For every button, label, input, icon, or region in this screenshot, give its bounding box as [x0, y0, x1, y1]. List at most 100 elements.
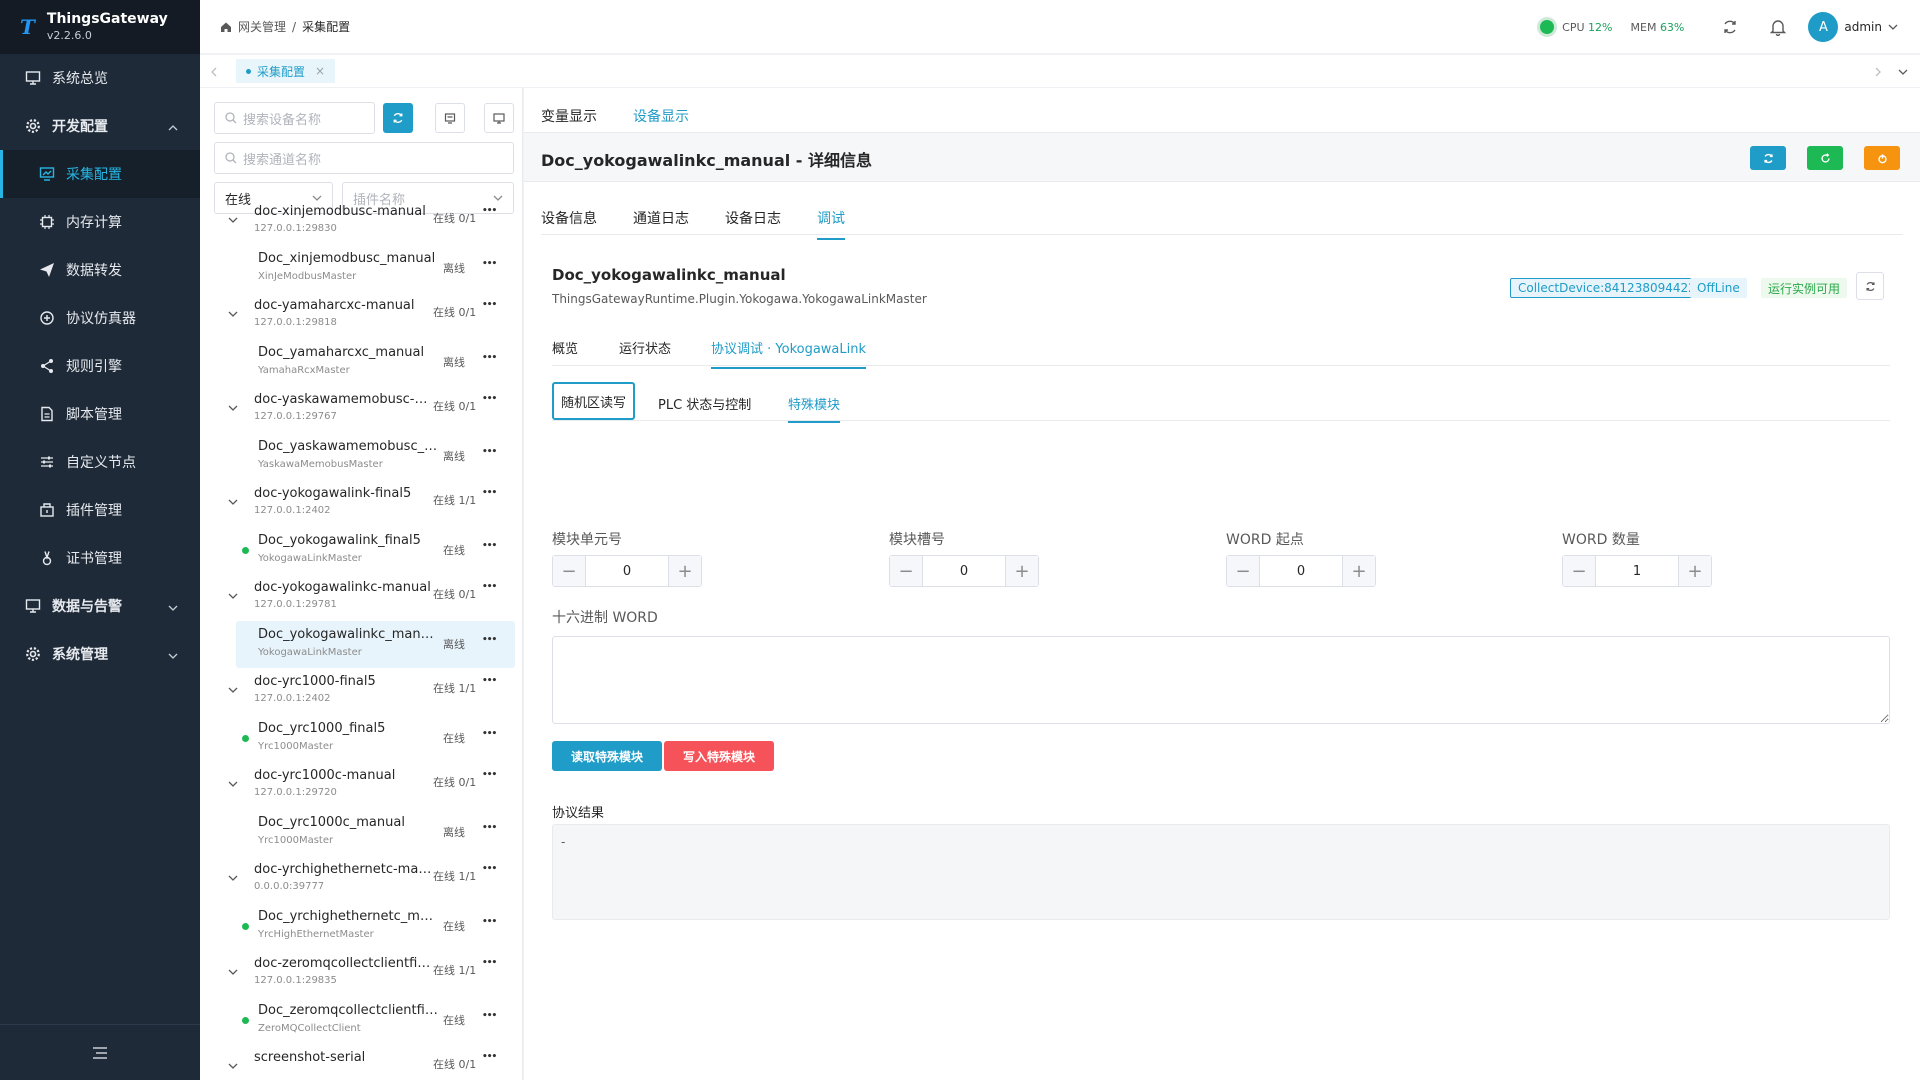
more-icon[interactable]: •••: [482, 259, 497, 269]
sidebar-item-1[interactable]: 开发配置: [0, 102, 200, 150]
export-button[interactable]: [435, 103, 465, 133]
more-icon[interactable]: •••: [482, 488, 497, 498]
minus-icon[interactable]: −: [553, 556, 585, 586]
chevron-left-icon[interactable]: [210, 67, 218, 77]
more-icon[interactable]: •••: [482, 864, 497, 874]
tab-debug[interactable]: 调试: [817, 208, 845, 240]
sidebar-item-2[interactable]: 采集配置: [0, 150, 200, 198]
more-icon[interactable]: •••: [482, 582, 497, 592]
sidebar-item-10[interactable]: 证书管理: [0, 534, 200, 582]
chevron-down-icon[interactable]: [228, 494, 238, 509]
sidebar-item-7[interactable]: 脚本管理: [0, 390, 200, 438]
collapse-menu-button[interactable]: [0, 1024, 200, 1080]
chevron-down-icon[interactable]: [228, 400, 238, 415]
minus-icon[interactable]: −: [890, 556, 922, 586]
device-node[interactable]: doc-yrchighethernetc-man... 0.0.0.0:39777…: [200, 856, 522, 903]
more-icon[interactable]: •••: [482, 676, 497, 686]
slot-number-value[interactable]: 0: [922, 556, 1006, 586]
restart-button[interactable]: [1807, 146, 1843, 170]
tab-run-status[interactable]: 运行状态: [619, 338, 671, 367]
plus-icon[interactable]: +: [1679, 556, 1711, 586]
channel-node[interactable]: Doc_yrc1000c_manual Yrc1000Master 离线 •••: [236, 809, 515, 856]
plus-icon[interactable]: +: [1006, 556, 1038, 586]
chevron-right-icon[interactable]: [1874, 67, 1882, 77]
tab-variable-view[interactable]: 变量显示: [541, 106, 597, 134]
channel-node[interactable]: Doc_yamaharcxc_manual YamahaRcxMaster 离线 ••…: [236, 339, 515, 386]
tab-special-module[interactable]: 特殊模块: [788, 394, 841, 423]
chevron-down-icon[interactable]: [228, 306, 238, 321]
device-node[interactable]: doc-xinjemodbusc-manual 127.0.0.1:29830 在线…: [200, 198, 522, 245]
more-icon[interactable]: •••: [482, 394, 497, 404]
word-start-value[interactable]: 0: [1259, 556, 1343, 586]
close-icon[interactable]: ×: [315, 64, 325, 78]
more-icon[interactable]: •••: [482, 770, 497, 780]
stop-button[interactable]: [1864, 146, 1900, 170]
word-count-stepper[interactable]: −1 +: [1562, 555, 1712, 587]
chevron-down-icon[interactable]: [228, 776, 238, 791]
sidebar-item-4[interactable]: 数据转发: [0, 246, 200, 294]
tab-random-rw[interactable]: 随机区读写: [552, 382, 635, 420]
word-count-value[interactable]: 1: [1595, 556, 1679, 586]
sidebar-item-3[interactable]: 内存计算: [0, 198, 200, 246]
channel-node[interactable]: Doc_yokogawalinkc_manual YokogawaLinkMast…: [236, 621, 515, 668]
minus-icon[interactable]: −: [1227, 556, 1259, 586]
channel-node[interactable]: Doc_zeromqcollectclientfinal... ZeroMQCol…: [236, 997, 515, 1044]
refresh-device-button[interactable]: [1856, 272, 1884, 300]
more-icon[interactable]: •••: [482, 541, 497, 551]
read-special-module-button[interactable]: 读取特殊模块: [552, 741, 662, 771]
chevron-down-icon[interactable]: [228, 964, 238, 979]
chevron-down-icon[interactable]: [228, 212, 238, 227]
device-node[interactable]: doc-yamaharcxc-manual 127.0.0.1:29818 在线 0…: [200, 292, 522, 339]
chevron-down-icon[interactable]: [228, 682, 238, 697]
bell-icon[interactable]: [1770, 18, 1787, 36]
device-node[interactable]: doc-yokogawalink-final5 127.0.0.1:2402 在线 …: [200, 480, 522, 527]
device-node[interactable]: doc-yaskawamemobusc-m... 127.0.0.1:29767 在…: [200, 386, 522, 433]
minus-icon[interactable]: −: [1563, 556, 1595, 586]
more-icon[interactable]: •••: [482, 958, 497, 968]
plus-icon[interactable]: +: [669, 556, 701, 586]
tab-overview[interactable]: 概览: [552, 338, 578, 367]
sidebar-item-0[interactable]: 系统总览: [0, 54, 200, 102]
device-node[interactable]: screenshot-serial 在线 0/1 •••: [200, 1044, 522, 1080]
more-icon[interactable]: •••: [482, 206, 497, 216]
sidebar-item-12[interactable]: 系统管理: [0, 630, 200, 678]
breadcrumb-root[interactable]: 网关管理: [238, 18, 286, 35]
chevron-down-icon[interactable]: [228, 588, 238, 603]
more-icon[interactable]: •••: [482, 1052, 497, 1062]
channel-node[interactable]: Doc_xinjemodbusc_manual XinJeModbusMaster…: [236, 245, 515, 292]
more-icon[interactable]: •••: [482, 635, 497, 645]
refresh-tree-button[interactable]: [383, 103, 413, 133]
sidebar-item-6[interactable]: 规则引擎: [0, 342, 200, 390]
write-special-module-button[interactable]: 写入特殊模块: [664, 741, 774, 771]
device-node[interactable]: doc-yrc1000c-manual 127.0.0.1:29720 在线 0/1…: [200, 762, 522, 809]
unit-number-stepper[interactable]: −0 +: [552, 555, 702, 587]
more-icon[interactable]: •••: [482, 353, 497, 363]
channel-node[interactable]: Doc_yrchighethernetc_manual YrcHighEthern…: [236, 903, 515, 950]
more-icon[interactable]: •••: [482, 300, 497, 310]
slot-number-stepper[interactable]: −0 +: [889, 555, 1039, 587]
sidebar-item-8[interactable]: 自定义节点: [0, 438, 200, 486]
tab-collect-config[interactable]: 采集配置 ×: [236, 59, 336, 83]
device-node[interactable]: doc-yokogawalinkc-manual 127.0.0.1:29781 在…: [200, 574, 522, 621]
more-icon[interactable]: •••: [482, 729, 497, 739]
chevron-down-icon[interactable]: [228, 870, 238, 885]
tab-dropdown-icon[interactable]: [1898, 69, 1908, 75]
more-icon[interactable]: •••: [482, 1011, 497, 1021]
monitor-button[interactable]: [484, 103, 514, 133]
channel-node[interactable]: Doc_yaskawamemobusc_ma... YaskawaMemobusM…: [236, 433, 515, 480]
hex-word-input[interactable]: [552, 636, 1890, 724]
channel-node[interactable]: Doc_yrc1000_final5 Yrc1000Master 在线 •••: [236, 715, 515, 762]
search-channel-input[interactable]: 搜索通道名称: [214, 142, 514, 174]
more-icon[interactable]: •••: [482, 823, 497, 833]
more-icon[interactable]: •••: [482, 447, 497, 457]
chevron-down-icon[interactable]: [228, 1058, 238, 1073]
refresh-detail-button[interactable]: [1750, 146, 1786, 170]
sidebar-item-11[interactable]: 数据与告警: [0, 582, 200, 630]
word-start-stepper[interactable]: −0 +: [1226, 555, 1376, 587]
user-menu[interactable]: A admin: [1808, 12, 1898, 42]
refresh-icon[interactable]: [1722, 19, 1738, 35]
tab-plc-control[interactable]: PLC 状态与控制: [658, 394, 751, 413]
sidebar-item-9[interactable]: 插件管理: [0, 486, 200, 534]
plus-icon[interactable]: +: [1343, 556, 1375, 586]
channel-node[interactable]: Doc_yokogawalink_final5 YokogawaLinkMaste…: [236, 527, 515, 574]
